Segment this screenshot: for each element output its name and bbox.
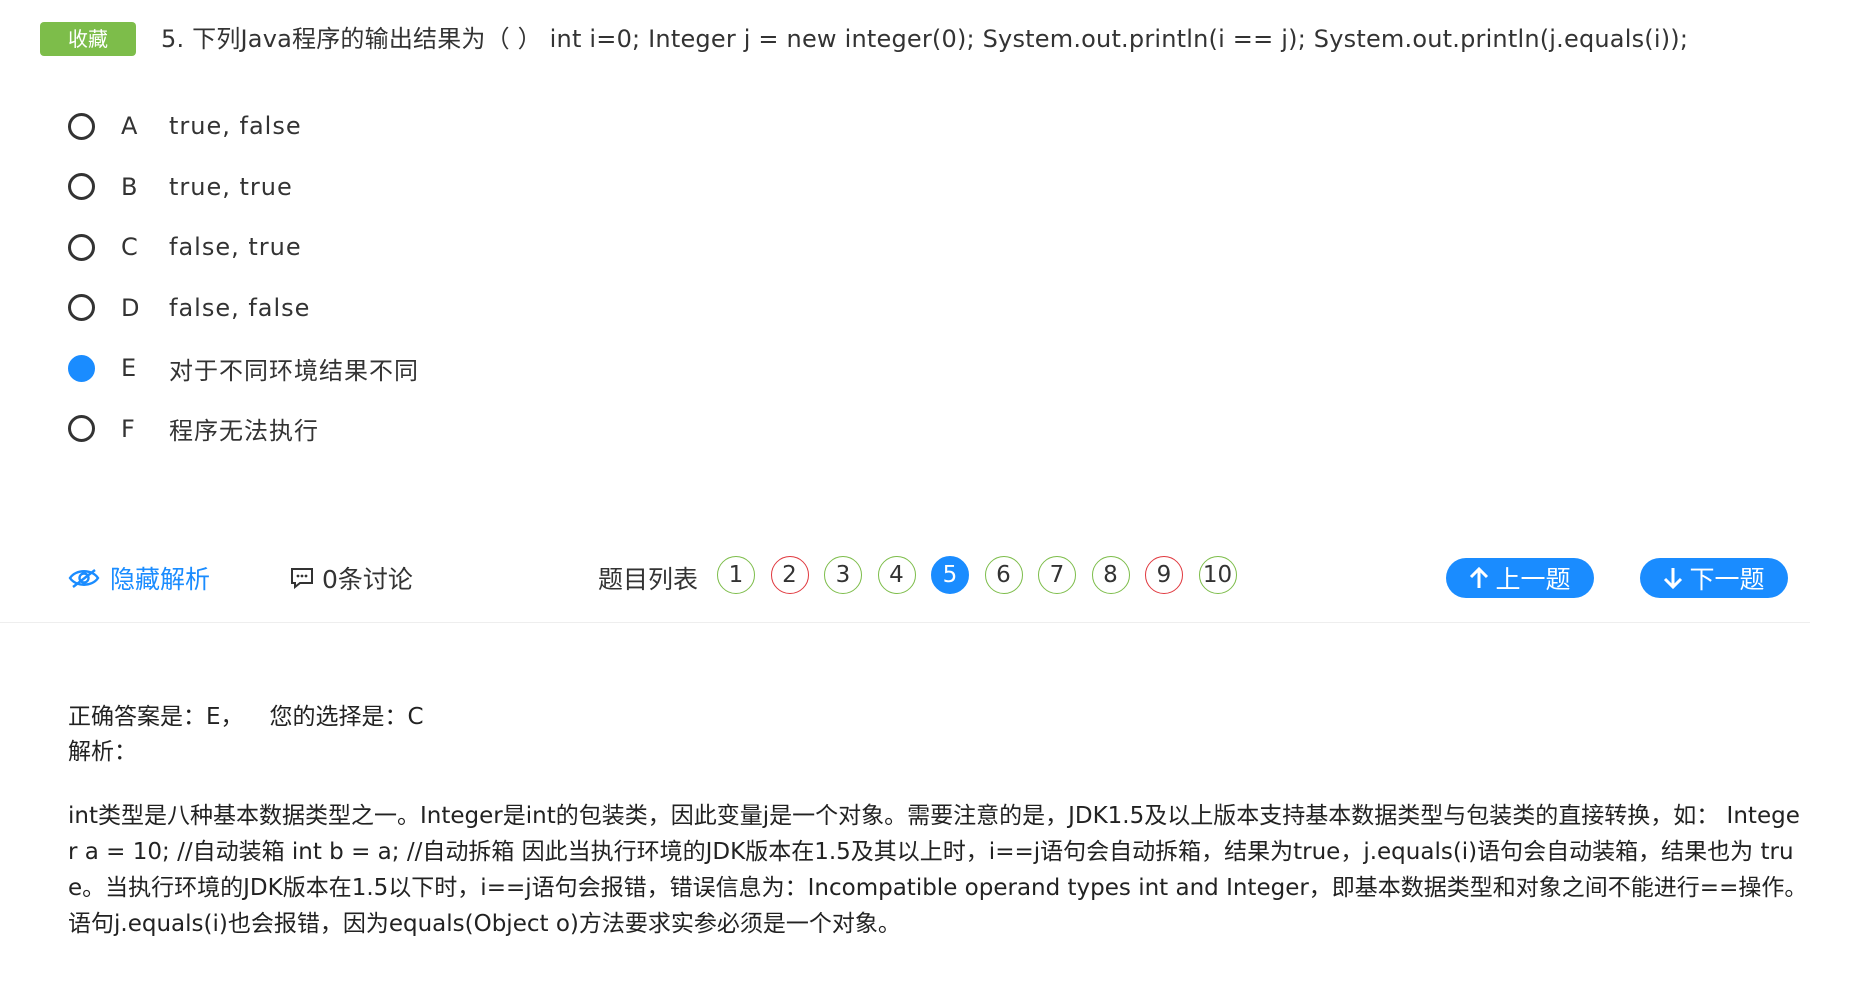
question-number-2[interactable]: 2 [770,556,809,594]
option-letter: E [121,354,137,383]
correct-answer-text: 正确答案是：E， [68,704,244,730]
question-number-1[interactable]: 1 [717,556,755,594]
hide-analysis-label: 隐藏解析 [110,565,211,594]
question-number-7[interactable]: 7 [1038,556,1076,594]
option-f[interactable]: F 程序无法执行 [68,399,419,460]
option-text: 程序无法执行 [169,417,319,446]
radio-icon[interactable] [68,415,95,443]
question-number-10[interactable]: 10 [1198,556,1237,594]
question-number-list: 1 2 3 4 5 6 7 8 9 10 [717,556,1252,594]
question-number-3[interactable]: 3 [824,556,862,594]
arrow-up-icon [1470,566,1489,588]
discussion-button[interactable]: 0条讨论 [290,560,413,596]
prev-question-button[interactable]: 上一题 [1446,558,1594,598]
radio-icon[interactable] [68,173,95,201]
radio-icon[interactable] [68,294,95,322]
next-question-label: 下一题 [1689,565,1765,594]
question-number-8[interactable]: 8 [1091,556,1130,594]
option-letter: C [121,233,138,262]
hide-analysis-button[interactable]: 隐藏解析 [68,560,210,596]
option-letter: D [121,293,140,322]
option-d[interactable]: D false, false [68,278,419,339]
analysis-text: int类型是八种基本数据类型之一。Integer是int的包装类，因此变量j是一… [68,803,1808,937]
prev-question-label: 上一题 [1495,565,1571,594]
radio-icon[interactable] [68,354,95,382]
option-a[interactable]: A true, false [68,96,419,157]
divider [0,622,1810,623]
question-number-4[interactable]: 4 [877,556,916,594]
your-choice-text: 您的选择是：C [269,704,424,730]
question-number-6[interactable]: 6 [984,556,1023,594]
option-text: 对于不同环境结果不同 [169,356,419,385]
quiz-page: 收藏 5. 下列Java程序的输出结果为（ ） int i=0; Integer… [0,0,1874,986]
option-e[interactable]: E 对于不同环境结果不同 [68,338,419,399]
analysis-label: 解析： [68,739,137,765]
question-list-label: 题目列表 [598,565,699,594]
comment-icon [291,568,313,589]
question-text: 5. 下列Java程序的输出结果为（ ） int i=0; Integer j … [161,25,1689,53]
discussion-label: 0条讨论 [322,565,413,594]
option-letter: A [121,112,138,141]
radio-icon[interactable] [68,233,95,261]
question-toolbar: 隐藏解析 0条讨论 题目列表 1 2 3 4 5 6 7 8 9 10 上一题 … [0,552,1810,602]
option-text: true, true [169,172,293,201]
option-text: true, false [169,112,302,141]
question-number-5[interactable]: 5 [931,556,969,594]
options-list: A true, false B true, true C false, true… [68,96,419,459]
option-b[interactable]: B true, true [68,157,419,218]
favorite-button[interactable]: 收藏 [40,22,136,56]
option-letter: F [121,414,135,443]
option-c[interactable]: C false, true [68,217,419,278]
option-text: false, true [169,233,302,262]
option-text: false, false [169,293,311,322]
next-question-button[interactable]: 下一题 [1640,558,1788,598]
radio-icon[interactable] [68,112,95,140]
question-number-9[interactable]: 9 [1145,556,1183,594]
option-letter: B [121,172,138,201]
answer-summary: 正确答案是：E， 您的选择是：C [68,700,424,734]
arrow-down-icon [1664,568,1683,590]
eye-icon [68,569,100,588]
